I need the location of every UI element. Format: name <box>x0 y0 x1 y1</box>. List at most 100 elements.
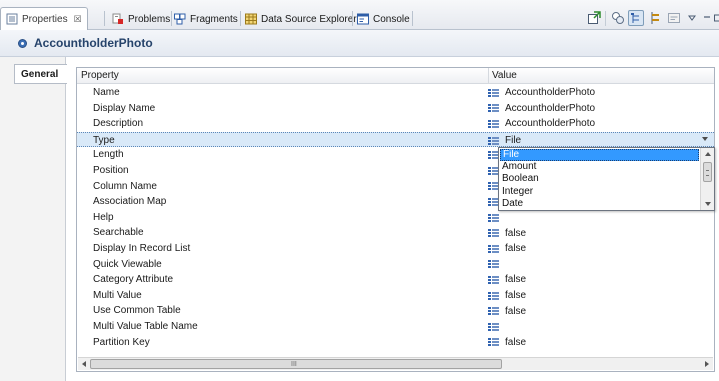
property-value: false <box>505 336 527 348</box>
property-grid: Property Value Name AccountholderPhoto Dis… <box>76 67 715 372</box>
column-header-value[interactable]: Value <box>492 70 517 81</box>
horizontal-scrollbar[interactable]: III <box>78 357 713 370</box>
list-value-icon <box>488 338 499 347</box>
toolbar-divider <box>605 11 606 26</box>
horizontal-scroll-thumb[interactable]: III <box>90 359 502 369</box>
property-value-cell[interactable]: false <box>488 288 526 304</box>
close-icon[interactable]: ☒ <box>74 14 82 25</box>
table-row[interactable]: Quick Viewable <box>77 257 714 273</box>
table-row[interactable]: Type File <box>77 131 714 148</box>
show-tree-icon[interactable] <box>628 10 644 26</box>
property-value-cell[interactable]: AccountholderPhoto <box>488 101 595 117</box>
show-advanced-icon[interactable] <box>647 10 663 26</box>
property-value: AccountholderPhoto <box>505 87 596 99</box>
list-value-icon <box>488 275 499 284</box>
property-value-cell[interactable]: false <box>488 241 526 257</box>
scroll-down-arrow-icon[interactable] <box>705 202 711 206</box>
problems-icon <box>112 13 124 25</box>
maximize-icon[interactable] <box>713 10 719 26</box>
section-tab-list: General <box>0 57 67 381</box>
list-value-icon <box>488 307 499 316</box>
page-title: AccountholderPhoto <box>34 36 153 50</box>
table-row[interactable]: Multi Value Table Name <box>77 319 714 335</box>
list-value-icon <box>488 213 499 222</box>
table-row[interactable]: Display Name AccountholderPhoto <box>77 101 714 117</box>
list-value-icon <box>488 119 499 128</box>
show-categories-icon[interactable] <box>610 10 626 26</box>
section-tab-general[interactable]: General <box>14 64 67 84</box>
table-row[interactable]: Partition Key false <box>77 335 714 351</box>
dropdown-option[interactable]: Integer <box>500 186 699 198</box>
property-value-cell[interactable]: false <box>488 272 526 288</box>
property-name: Length <box>93 149 124 161</box>
property-name: Category Attribute <box>93 274 174 286</box>
property-value-cell[interactable]: AccountholderPhoto <box>488 85 595 101</box>
property-name: Quick Viewable <box>93 258 162 270</box>
property-name: Name <box>93 87 120 98</box>
dropdown-option[interactable]: Boolean <box>500 173 699 185</box>
tab-label: Fragments <box>190 13 238 25</box>
table-row[interactable]: Category Attribute false <box>77 272 714 288</box>
minimize-icon[interactable] <box>701 10 713 26</box>
dropdown-option[interactable]: Date <box>500 198 699 210</box>
property-value: AccountholderPhoto <box>505 118 596 130</box>
property-value-cell[interactable]: false <box>488 225 526 241</box>
tab-data-source-explorer[interactable]: Data Source Explorer <box>240 8 362 30</box>
dropdown-scroll-thumb[interactable] <box>703 162 712 182</box>
property-value: false <box>505 227 527 239</box>
tab-fragments[interactable]: Fragments <box>169 8 243 30</box>
property-value-cell[interactable] <box>488 210 505 226</box>
property-name: Display Name <box>93 102 156 114</box>
dropdown-scrollbar[interactable] <box>700 148 714 210</box>
property-value-cell[interactable] <box>488 257 505 273</box>
property-name: Association Map <box>93 196 167 208</box>
table-row[interactable]: Display In Record List false <box>77 241 714 257</box>
property-name: Help <box>93 211 114 223</box>
tab-label: Data Source Explorer <box>261 13 357 25</box>
property-value-cell[interactable] <box>488 319 505 335</box>
property-value-cell[interactable]: false <box>488 303 526 319</box>
tab-label: Console <box>373 13 410 25</box>
tab-label: Properties <box>22 13 68 25</box>
column-divider[interactable] <box>488 68 489 84</box>
scroll-grip: III <box>291 361 297 368</box>
combo-dropdown-arrow-icon[interactable] <box>702 136 708 141</box>
dropdown-option[interactable]: File <box>500 149 699 161</box>
scroll-left-arrow-icon[interactable] <box>82 361 86 367</box>
list-value-icon <box>488 260 499 269</box>
table-row[interactable]: Help <box>77 210 714 226</box>
view-menu-icon[interactable] <box>686 10 698 26</box>
property-value: false <box>505 274 527 286</box>
property-value: false <box>505 305 527 317</box>
property-value: File <box>505 135 522 147</box>
attribute-icon <box>18 38 27 48</box>
property-name: Column Name <box>93 180 157 192</box>
pin-icon[interactable] <box>586 10 602 26</box>
property-value: AccountholderPhoto <box>505 102 596 114</box>
property-name: Description <box>93 118 144 130</box>
table-row[interactable]: Searchable false <box>77 225 714 241</box>
table-row[interactable]: Multi Value false <box>77 288 714 304</box>
properties-icon <box>6 13 18 25</box>
list-value-icon <box>488 322 499 331</box>
column-header-property[interactable]: Property <box>81 70 119 81</box>
table-row[interactable]: Description AccountholderPhoto <box>77 116 714 132</box>
tab-problems[interactable]: Problems <box>107 8 175 30</box>
property-value: false <box>505 243 527 255</box>
tab-properties[interactable]: Properties ☒ <box>0 7 88 30</box>
scroll-up-arrow-icon[interactable] <box>705 152 711 156</box>
restore-defaults-icon[interactable] <box>666 10 682 26</box>
list-value-icon <box>488 136 499 145</box>
property-name: Position <box>93 165 129 176</box>
type-dropdown-list[interactable]: File Amount Boolean Integer Date <box>498 147 715 211</box>
property-value-cell[interactable]: AccountholderPhoto <box>488 116 595 132</box>
view-tab-bar: Properties ☒ Problems Fragments Data Sou… <box>0 0 719 30</box>
table-row[interactable]: Use Common Table false <box>77 303 714 319</box>
scroll-right-arrow-icon[interactable] <box>705 361 709 367</box>
property-name: Display In Record List <box>93 243 191 254</box>
table-row[interactable]: Name AccountholderPhoto <box>77 85 714 101</box>
tab-console[interactable]: Console <box>352 8 415 30</box>
property-value-cell[interactable]: false <box>488 335 526 351</box>
property-name: Partition Key <box>93 336 150 348</box>
dropdown-option[interactable]: Amount <box>500 161 699 173</box>
